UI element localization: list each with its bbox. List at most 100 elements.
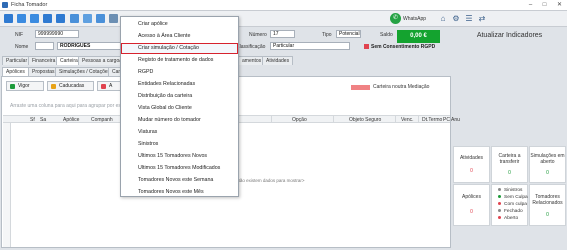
maximize-button[interactable]: □	[538, 1, 551, 10]
atualizar-indicadores-title[interactable]: Atualizar Indicadores	[452, 32, 567, 39]
forward-icon[interactable]	[30, 14, 39, 23]
tools-icon[interactable]	[109, 14, 118, 23]
vigor-filter-button[interactable]: Vigor	[6, 81, 44, 91]
carteira-transferir-card[interactable]: Carteira a transferir 0	[491, 146, 528, 183]
col-separator	[418, 116, 419, 123]
caducadas-label: Caducadas	[59, 83, 85, 89]
sinistros-card[interactable]: Sinistros Sem Culpa Com culpa Fechado Ab…	[491, 184, 528, 226]
col-venc[interactable]: Venc.	[401, 117, 414, 123]
home-tool-icon[interactable]: ⌂	[438, 14, 448, 24]
col-sa[interactable]: Sa	[40, 117, 46, 123]
minimize-button[interactable]: –	[524, 1, 537, 10]
down-icon[interactable]	[43, 14, 52, 23]
grid-row-selector	[3, 123, 11, 247]
simulacoes-aberto-card-title: Simulações em aberto	[530, 153, 565, 165]
menu-item-rgpd[interactable]: RGPD	[121, 67, 238, 78]
carteira-transferir-card-title: Carteira a transferir	[498, 153, 521, 165]
anuladas-label: A	[109, 83, 113, 89]
legend-fechado: Fechado	[498, 209, 523, 214]
gray-dot-icon	[498, 188, 501, 191]
menu-item-viaturas[interactable]: Viaturas	[121, 127, 238, 138]
col-dt-termo[interactable]: Dt.Termo	[422, 117, 442, 123]
menu-item-sinistros[interactable]: Sinistros	[121, 139, 238, 150]
vigor-icon	[10, 84, 15, 89]
close-button[interactable]: ✕	[553, 1, 566, 10]
col-objeto-seguro[interactable]: Objeto Seguro	[349, 117, 381, 123]
atividades-card[interactable]: Atividades 0	[453, 146, 490, 183]
simulacoes-aberto-card[interactable]: Simulações em aberto 0	[529, 146, 566, 183]
nome-prefix-field[interactable]	[35, 42, 54, 50]
menu-item-criar-apolice[interactable]: Criar apólice	[121, 19, 238, 30]
green-dot-icon	[498, 195, 501, 198]
gray-dot-icon	[498, 209, 501, 212]
legend-aberto: Aberto	[498, 216, 518, 221]
whatsapp-icon: ✆	[390, 13, 401, 24]
menu-item-ultimos-novos[interactable]: Ultimos 15 Tomadores Novos	[121, 151, 238, 162]
caducadas-filter-button[interactable]: Caducadas	[47, 81, 94, 91]
menu-item-vista-global[interactable]: Vista Global do Cliente	[121, 103, 238, 114]
tab-simulacoes[interactable]: Simulações / Cotações	[55, 67, 115, 76]
app-icon	[2, 2, 8, 8]
legend-com-culpa: Com culpa	[498, 202, 527, 207]
tipo-field[interactable]: Potencial	[336, 30, 361, 38]
legend-sinistros: Sinistros	[498, 188, 522, 193]
settings-icon[interactable]: ⚙	[451, 14, 461, 24]
numero-field[interactable]: 17	[270, 30, 295, 38]
tomadores-relacionados-card-title: Tomadores Relacionados	[532, 194, 563, 206]
classificacao-field[interactable]: Particular	[270, 42, 350, 50]
save-icon[interactable]	[83, 14, 92, 23]
legend-fechado-label: Fechado	[504, 209, 523, 214]
carteira-noutra-mediacao-swatch	[351, 85, 370, 90]
transfer-icon[interactable]: ⇄	[477, 14, 487, 24]
context-menu: Criar apólice Acesso à Área Cliente Cria…	[120, 16, 239, 197]
col-pc-anual[interactable]: PC Anu	[443, 117, 460, 123]
nome-field[interactable]: RODRIGUES	[57, 42, 121, 50]
menu-item-novos-semana[interactable]: Tomadores Novos este Semana	[121, 175, 238, 186]
carteira-noutra-mediacao-label: Carteira noutra Mediação	[373, 84, 430, 90]
up-icon[interactable]	[56, 14, 65, 23]
col-sf[interactable]: Sf	[30, 117, 35, 123]
col-opcao[interactable]: Opção	[292, 117, 307, 123]
col-separator	[271, 116, 272, 123]
tab-propostas[interactable]: Propostas	[28, 67, 59, 76]
simulacoes-aberto-card-value: 0	[546, 170, 549, 176]
tab-apolices[interactable]: Apólices	[2, 67, 29, 76]
col-companhia[interactable]: Companh	[91, 117, 113, 123]
tab-atividades[interactable]: Atividades	[262, 56, 294, 65]
menu-item-acesso-area-cliente[interactable]: Acesso à Área Cliente	[121, 31, 238, 42]
legend-sem-culpa-label: Sem Culpa	[504, 195, 528, 200]
nif-label: NIF	[15, 32, 24, 38]
legend-com-culpa-label: Com culpa	[504, 202, 527, 207]
numero-label: Número	[249, 32, 267, 38]
back-icon[interactable]	[17, 14, 26, 23]
apolices-card-title: Apólices	[462, 194, 481, 200]
menu-item-criar-simulacao[interactable]: Criar simulação / Cotação	[121, 43, 238, 54]
menu-item-mudar-numero[interactable]: Mudar número do tomador	[121, 115, 238, 126]
atividades-card-title: Atividades	[459, 155, 484, 161]
sem-consentimento-badge: Sem Consentimento RGPD	[364, 44, 435, 50]
nif-field[interactable]: 999999990	[35, 30, 79, 38]
home-icon[interactable]	[4, 14, 13, 23]
menu-item-registo-tratamento[interactable]: Registo de tratamento de dados	[121, 55, 238, 66]
apolices-card[interactable]: Apólices 0	[453, 184, 490, 226]
toolbar: ✆ WhatsApp ⌂ ⚙ ☰ ⇄	[0, 11, 567, 27]
anuladas-filter-button[interactable]: A	[97, 81, 121, 91]
apolices-card-value: 0	[470, 209, 473, 215]
red-dot-icon	[498, 216, 501, 219]
menu-item-ultimos-modificados[interactable]: Ultimos 15 Tomadores Modificados	[121, 163, 238, 174]
print-icon[interactable]	[96, 14, 105, 23]
tab-particular[interactable]: Particular	[2, 56, 32, 65]
list-icon[interactable]: ☰	[464, 14, 474, 24]
sem-consentimento-label: Sem Consentimento RGPD	[371, 44, 436, 50]
tomadores-relacionados-card[interactable]: Tomadores Relacionados 0	[529, 184, 566, 226]
new-icon[interactable]	[70, 14, 79, 23]
legend-sem-culpa: Sem Culpa	[498, 195, 528, 200]
tab-financeira[interactable]: Financeira	[28, 56, 60, 65]
col-apolice[interactable]: Apólice	[63, 117, 79, 123]
menu-item-entidades-relacionadas[interactable]: Entidades Relacionadas	[121, 79, 238, 90]
menu-item-distribuicao-carteira[interactable]: Distribuição da carteira	[121, 91, 238, 102]
menu-item-novos-mes[interactable]: Tomadores Novos este Mês	[121, 187, 238, 198]
col-separator	[333, 116, 334, 123]
caducadas-icon	[51, 84, 56, 89]
whatsapp-button[interactable]: ✆ WhatsApp	[390, 13, 434, 25]
